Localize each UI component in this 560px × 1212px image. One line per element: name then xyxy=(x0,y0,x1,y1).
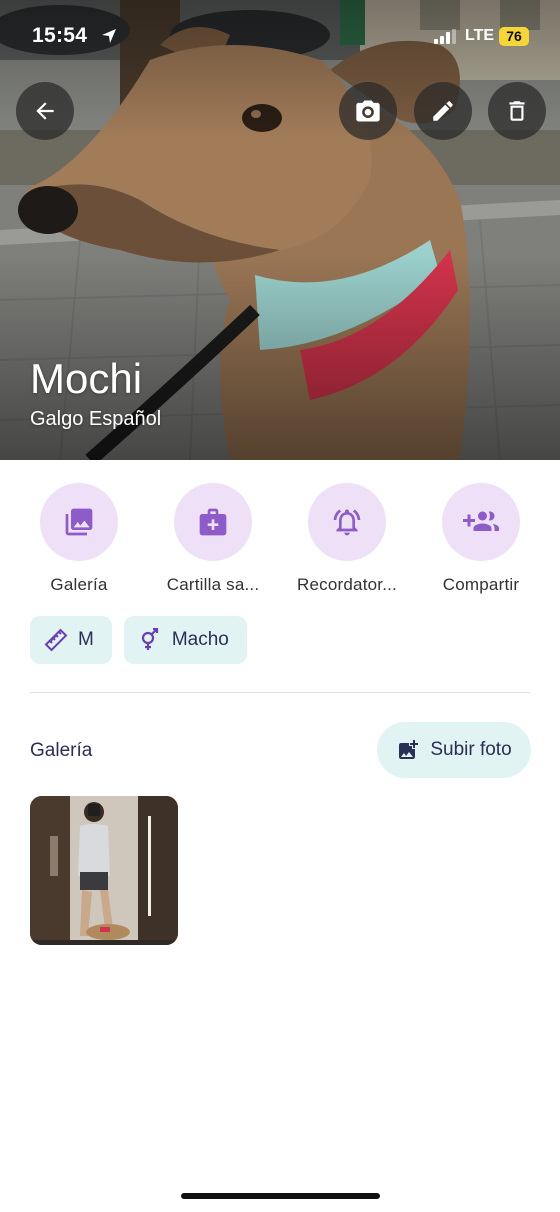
battery-indicator: 76 xyxy=(499,27,529,46)
home-indicator xyxy=(181,1193,380,1199)
camera-button[interactable] xyxy=(339,82,397,140)
sex-chip-label: Macho xyxy=(171,629,229,650)
sex-chip[interactable]: Macho xyxy=(123,616,247,664)
pet-attributes: M Macho xyxy=(30,616,247,664)
add-photo-icon xyxy=(399,740,419,759)
size-chip-label: M xyxy=(78,629,94,650)
action-share-label: Compartir xyxy=(442,575,520,594)
action-reminders[interactable]: Recordator... xyxy=(277,483,417,595)
network-type: LTE xyxy=(465,27,495,44)
pet-breed: Galgo Español xyxy=(30,408,162,430)
pencil-icon xyxy=(433,101,453,121)
action-gallery[interactable]: Galería xyxy=(9,483,149,595)
action-health-card-circle[interactable] xyxy=(174,483,252,561)
action-share-circle[interactable] xyxy=(442,483,520,561)
action-share[interactable]: Compartir xyxy=(411,483,551,595)
group-add-icon xyxy=(463,511,499,531)
pet-identity: Mochi Galgo Español xyxy=(30,356,161,431)
action-reminders-circle[interactable] xyxy=(308,483,386,561)
action-reminders-label: Recordator... xyxy=(297,575,397,594)
male-symbol-icon xyxy=(141,628,158,650)
gallery-icon xyxy=(65,508,93,536)
action-health-card[interactable]: Cartilla sa... xyxy=(143,483,283,595)
status-bar: 15:54 LTE 76 xyxy=(0,0,560,72)
action-gallery-circle[interactable] xyxy=(40,483,118,561)
camera-icon xyxy=(356,100,380,122)
gallery-photo-thumbnail[interactable] xyxy=(30,796,178,945)
bell-alert-icon xyxy=(333,509,361,536)
back-button[interactable] xyxy=(16,82,74,140)
upload-photo-button[interactable]: Subir foto xyxy=(377,722,531,778)
action-gallery-label: Galería xyxy=(50,575,108,594)
action-health-card-label: Cartilla sa... xyxy=(166,575,260,594)
status-time: 15:54 xyxy=(32,24,88,47)
section-divider xyxy=(30,692,530,693)
gallery-section-title: Galería xyxy=(30,740,93,761)
edit-button[interactable] xyxy=(414,82,472,140)
medical-kit-icon xyxy=(199,508,227,536)
upload-photo-label: Subir foto xyxy=(430,739,512,760)
photo-thumbnail-image xyxy=(30,796,178,945)
ruler-icon xyxy=(44,628,68,652)
back-arrow-icon xyxy=(36,102,54,120)
location-arrow-icon xyxy=(102,29,116,43)
delete-button[interactable] xyxy=(488,82,546,140)
pet-hero-photo: 15:54 LTE 76 Mochi Galgo Español xyxy=(0,0,560,460)
pet-name: Mochi xyxy=(30,355,143,402)
signal-bars-icon xyxy=(434,29,456,44)
trash-icon xyxy=(509,101,525,121)
quick-actions: Galería Cartilla sa... Recordator... Com… xyxy=(0,483,560,598)
size-chip[interactable]: M xyxy=(30,616,112,664)
